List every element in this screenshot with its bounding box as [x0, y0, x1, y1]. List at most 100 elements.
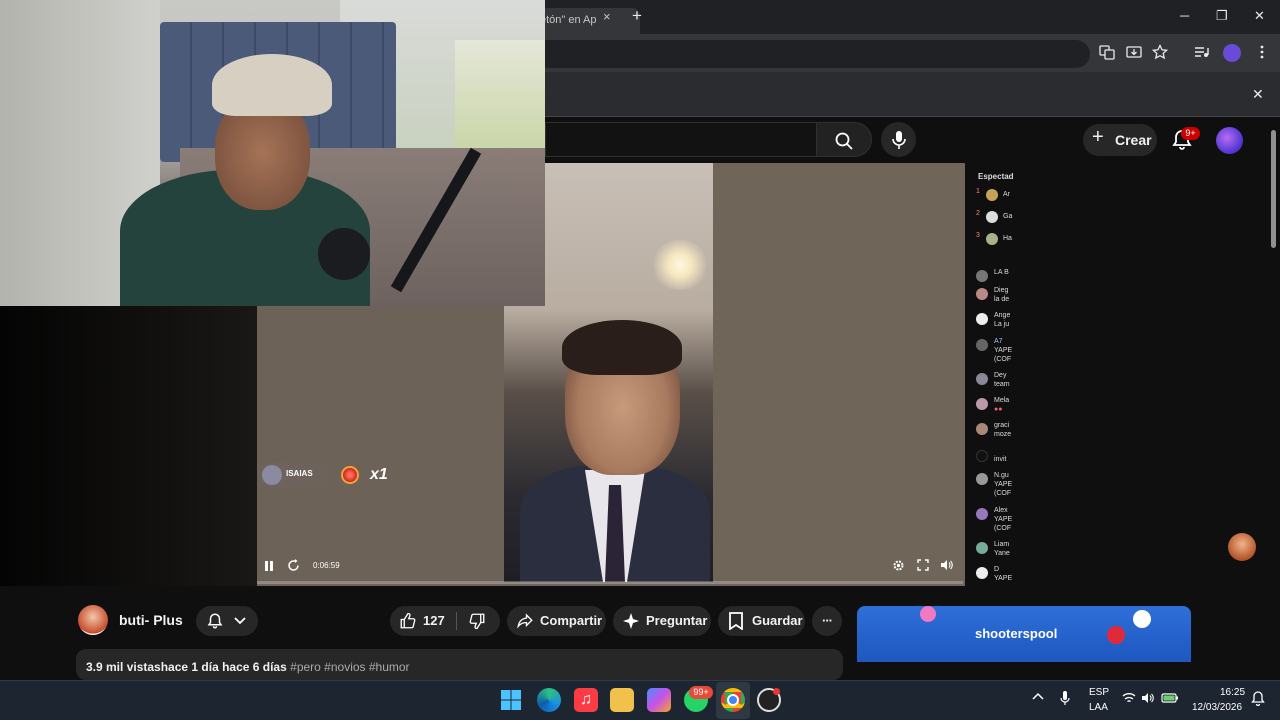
browser-menu-icon[interactable]: [1253, 44, 1271, 62]
search-input[interactable]: [545, 122, 817, 157]
chrome-center: [727, 694, 739, 706]
browser-tab[interactable]: etón" en Ap: [540, 8, 640, 34]
battery-icon[interactable]: [1161, 692, 1179, 707]
chat-avatar: [976, 270, 988, 282]
chat-user-name: Ga: [1003, 213, 1013, 220]
thumbs-up-icon: [400, 612, 416, 629]
channel-name[interactable]: buti- Plus: [119, 612, 183, 628]
file-explorer-icon[interactable]: [610, 688, 634, 712]
install-app-icon[interactable]: [1125, 44, 1143, 62]
gift-user-name: ISAIAS: [286, 469, 313, 478]
copilot-icon[interactable]: [647, 688, 671, 712]
chat-message: Dieg la de: [976, 286, 1016, 308]
scrollbar-thumb[interactable]: [1271, 130, 1276, 248]
fullscreen-button[interactable]: [917, 559, 929, 574]
chevron-down-icon: [234, 617, 246, 625]
chat-avatar: [986, 233, 998, 245]
window-plant: [455, 40, 545, 150]
window-close-button[interactable]: ✕: [1254, 8, 1265, 24]
new-tab-button[interactable]: +: [632, 6, 642, 26]
chat-avatar: [976, 473, 988, 485]
pause-button[interactable]: [264, 560, 274, 575]
progress-bar[interactable]: [257, 581, 963, 584]
chat-user-name: Ange: [994, 312, 1011, 319]
ad-footer: [857, 662, 1191, 680]
chat-user-name: Dieg: [994, 287, 1009, 294]
maximize-button[interactable]: ❐: [1216, 8, 1228, 24]
tab-title: etón" en Ap: [540, 14, 597, 26]
media-controls-icon[interactable]: [1192, 44, 1210, 62]
notifications-center-icon[interactable]: [1251, 690, 1265, 709]
tray-overflow-chevron-icon[interactable]: [1032, 692, 1044, 705]
gift-count: x1: [370, 466, 388, 483]
chat-message-text: team: [994, 381, 1010, 388]
secondary-column: [1013, 163, 1268, 586]
minimize-button[interactable]: ─: [1180, 8, 1189, 23]
profile-avatar[interactable]: [1223, 44, 1241, 62]
ask-button[interactable]: Preguntar: [613, 606, 711, 636]
rank-number: 1: [976, 188, 980, 195]
clock-date[interactable]: 12/03/2026: [1192, 702, 1242, 713]
replay-button[interactable]: [287, 559, 300, 575]
chat-avatar: [976, 339, 988, 351]
account-avatar[interactable]: [1216, 127, 1243, 154]
start-button[interactable]: [499, 688, 523, 712]
bookmark-star-icon[interactable]: [1151, 43, 1169, 62]
description-stats-line: 3.9 mil vistashace 1 día hace 6 días #pe…: [86, 660, 410, 674]
podcast-microphone: [318, 228, 370, 280]
hashtags[interactable]: #pero #novios #humor: [290, 660, 409, 674]
ad-brand-logo: shooterspool: [975, 626, 1058, 641]
chat-avatar: [976, 288, 988, 300]
address-bar[interactable]: [520, 40, 1090, 68]
chat-user-name: invit: [994, 456, 1007, 463]
subscription-bell-button[interactable]: [196, 606, 258, 636]
chat-avatar: [976, 423, 988, 435]
speaker-icon[interactable]: [1141, 692, 1155, 707]
windows-logo-icon: [501, 690, 521, 710]
chat-message: Mela ●●: [976, 396, 1016, 418]
chat-emoji: ●●: [994, 406, 1003, 413]
chat-message: N.gu YAPE (COF: [976, 471, 1016, 499]
chat-avatar: [976, 450, 988, 462]
share-button[interactable]: Compartir: [507, 606, 606, 636]
sparkle-icon: [623, 613, 639, 629]
keyboard-layout-indicator[interactable]: LAA: [1089, 702, 1108, 713]
more-actions-button[interactable]: ···: [812, 606, 842, 636]
mic-tray-icon[interactable]: [1060, 690, 1070, 709]
chat-message-text: YAPE (COF: [994, 481, 1013, 497]
voice-search-button[interactable]: [881, 122, 916, 157]
language-indicator[interactable]: ESP: [1089, 687, 1109, 698]
translate-icon[interactable]: [1098, 44, 1116, 62]
search-button[interactable]: [816, 122, 872, 157]
ad-ball-decoration: [1133, 610, 1151, 628]
tab-close-icon[interactable]: ×: [603, 9, 611, 24]
infobar-close-icon[interactable]: ✕: [1252, 86, 1264, 103]
whatsapp-unread-badge: 99+: [689, 686, 713, 699]
volume-icon: [941, 560, 953, 570]
replay-icon: [288, 559, 299, 571]
playback-time: 0:06:59: [313, 561, 340, 570]
music-app-icon[interactable]: ♫: [574, 688, 598, 712]
chat-message: invit: [976, 448, 1016, 470]
clock-time[interactable]: 16:25: [1220, 687, 1245, 698]
volume-button[interactable]: [940, 559, 953, 574]
chat-avatar: [976, 313, 988, 325]
floating-avatar[interactable]: [1228, 533, 1256, 561]
webcam-overlay: [0, 0, 545, 306]
notification-dot: [773, 688, 780, 695]
chat-avatar: [976, 508, 988, 520]
settings-button[interactable]: [892, 559, 905, 575]
chat-avatar: [986, 189, 998, 201]
edge-browser-icon[interactable]: [537, 688, 561, 712]
create-button[interactable]: + Crear: [1083, 124, 1157, 156]
chat-message: Dey team: [976, 371, 1016, 393]
chat-message-text: YAPE (COF: [994, 347, 1013, 363]
like-button[interactable]: 127: [390, 606, 456, 636]
chat-message: graci moze: [976, 421, 1016, 443]
save-button[interactable]: Guardar: [718, 606, 805, 636]
fullscreen-icon: [917, 559, 929, 571]
wifi-icon[interactable]: [1122, 692, 1136, 707]
dislike-button[interactable]: [457, 606, 500, 636]
channel-avatar[interactable]: [78, 605, 108, 635]
ask-label: Preguntar: [646, 613, 708, 628]
